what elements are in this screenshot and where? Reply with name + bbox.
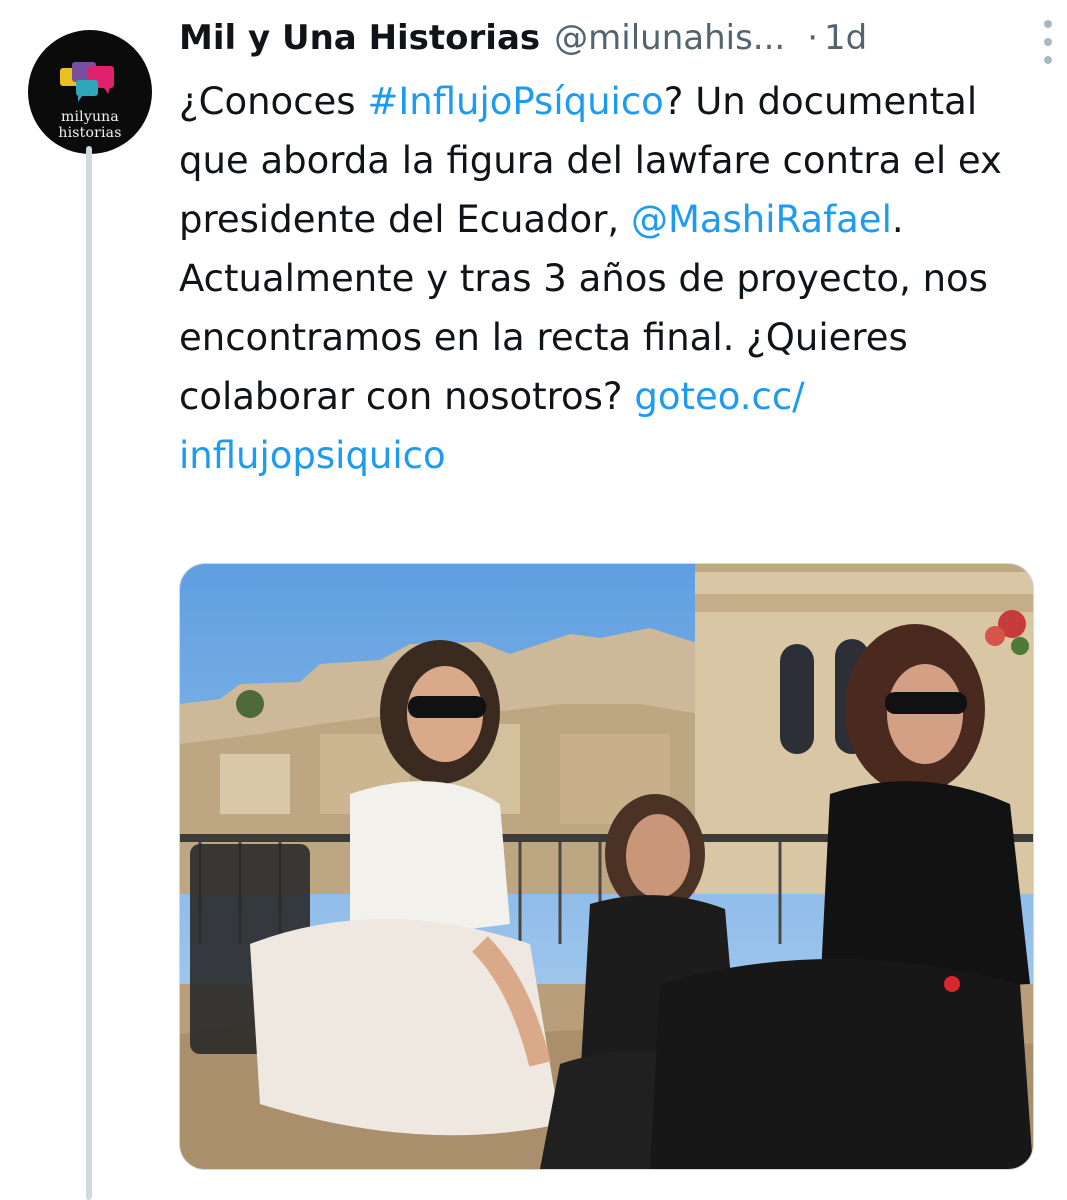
tweet-text: ¿Conoces #InflujoPsíquico? Un documental… — [179, 72, 1019, 485]
tweet-header: Mil y Una Historias @milunahis... · 1d — [179, 12, 1039, 64]
avatar-logo-line-1: milyuna — [61, 109, 119, 125]
author-handle[interactable]: @milunahis... — [554, 18, 785, 58]
hashtag-link[interactable]: #InflujoPsíquico — [367, 80, 663, 123]
mention-link[interactable]: @MashiRafael — [631, 198, 892, 241]
url-link-part-2[interactable]: influjopsiquico — [179, 434, 446, 477]
tweet-text-segment: ¿Conoces — [179, 80, 368, 123]
tweet-photo[interactable] — [179, 563, 1034, 1170]
url-link-part-1[interactable]: goteo.cc/ — [634, 375, 804, 418]
thread-line — [86, 146, 92, 1200]
avatar[interactable]: milyuna historias — [28, 30, 152, 154]
more-vertical-icon[interactable] — [1041, 20, 1055, 64]
author-display-name[interactable]: Mil y Una Historias — [179, 18, 540, 58]
timestamp[interactable]: 1d — [824, 18, 867, 58]
separator-dot: · — [807, 18, 819, 58]
photo-image — [180, 564, 1033, 1169]
avatar-logo-line-2: historias — [58, 125, 122, 141]
